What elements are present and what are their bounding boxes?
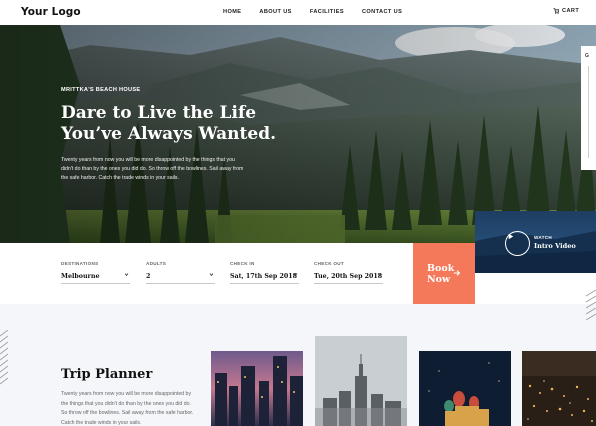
cart-label: CART xyxy=(562,8,580,14)
check-in-value: Sat, 17th Sep 2018 xyxy=(230,273,298,280)
book-now-label: Book Now xyxy=(427,263,454,285)
trip-planner-description: Twenty years from now you will be more d… xyxy=(61,391,194,426)
book-now-button[interactable]: Book Now xyxy=(413,243,475,304)
chevron-down-icon xyxy=(377,273,382,277)
night-city-lights-image xyxy=(522,351,596,426)
side-widget-label: G xyxy=(585,53,589,59)
booking-form: DESTINATIONS Melbourne ADULTS 2 CHECK IN… xyxy=(0,243,413,304)
nav-contact-link[interactable]: CONTACT US xyxy=(362,9,402,15)
nav-about-link[interactable]: ABOUT US xyxy=(259,9,291,15)
hero-headline: Dare to Live the Life You’ve Always Want… xyxy=(61,103,321,145)
site-logo[interactable]: Your Logo xyxy=(21,6,81,18)
check-in-select[interactable]: CHECK IN Sat, 17th Sep 2018 xyxy=(230,261,299,284)
skyscraper-city-image xyxy=(315,336,407,426)
destination-card-4[interactable] xyxy=(522,351,596,426)
night-cathedral-image xyxy=(419,351,511,426)
side-widget-track xyxy=(588,66,589,158)
destination-label: DESTINATIONS xyxy=(61,261,99,266)
video-watch-label: WATCH xyxy=(534,235,552,240)
destination-value: Melbourne xyxy=(61,273,100,280)
destination-card-2[interactable] xyxy=(315,336,407,426)
destination-select[interactable]: DESTINATIONS Melbourne xyxy=(61,261,130,284)
chevron-down-icon xyxy=(209,273,214,277)
destination-card-3[interactable] xyxy=(419,351,511,426)
book-now-line-1: Book xyxy=(427,263,455,274)
check-out-value: Tue, 20th Sep 2018 xyxy=(314,273,383,280)
play-icon xyxy=(508,233,514,240)
hatch-decoration xyxy=(0,330,8,385)
nav-home-link[interactable]: HOME xyxy=(223,9,241,15)
headline-line-1: Dare to Live the Life xyxy=(61,103,257,123)
check-out-underline xyxy=(314,283,383,284)
adults-select[interactable]: ADULTS 2 xyxy=(146,261,215,284)
chevron-down-icon xyxy=(124,273,129,277)
destination-card-1[interactable] xyxy=(211,351,303,426)
top-navigation-bar: Your Logo HOME ABOUT US FACILITIES CONTA… xyxy=(0,0,596,25)
adults-underline xyxy=(146,283,215,284)
hero-description: Twenty years from now you will be more d… xyxy=(61,157,244,182)
check-in-underline xyxy=(230,283,299,284)
side-scroll-widget[interactable]: G xyxy=(581,46,596,170)
hero-eyebrow: MRITTKA'S BEACH HOUSE xyxy=(61,87,141,93)
nav-facilities-link[interactable]: FACILITIES xyxy=(310,9,344,15)
main-nav: HOME ABOUT US FACILITIES CONTACT US xyxy=(223,9,420,15)
trip-planner-title: Trip Planner xyxy=(61,367,153,382)
check-in-label: CHECK IN xyxy=(230,261,255,266)
hatch-decoration xyxy=(586,290,596,320)
cart-button[interactable]: CART xyxy=(553,8,579,14)
play-button[interactable] xyxy=(505,231,530,256)
check-out-label: CHECK OUT xyxy=(314,261,345,266)
adults-value: 2 xyxy=(146,273,151,280)
cart-icon xyxy=(553,8,559,14)
adults-label: ADULTS xyxy=(146,261,167,266)
city-skyline-image xyxy=(211,351,303,426)
arrow-right-icon xyxy=(453,270,461,276)
book-now-line-2: Now xyxy=(427,274,451,285)
intro-video-tile[interactable]: WATCH Intro Video xyxy=(475,211,596,273)
check-out-select[interactable]: CHECK OUT Tue, 20th Sep 2018 xyxy=(314,261,383,284)
video-title: Intro Video xyxy=(534,242,576,250)
headline-line-2: You’ve Always Wanted. xyxy=(61,124,277,144)
chevron-down-icon xyxy=(293,273,298,277)
destination-underline xyxy=(61,283,130,284)
